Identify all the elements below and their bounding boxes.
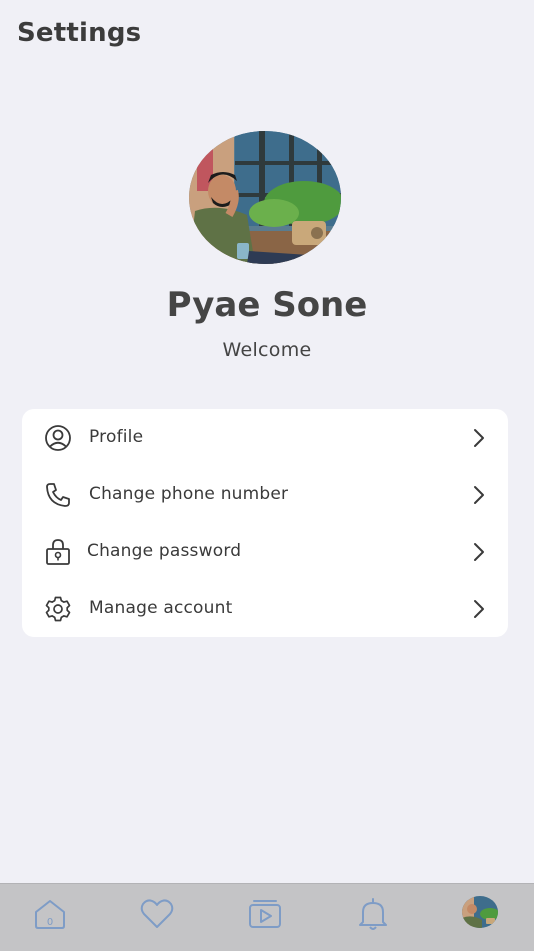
video-play-icon <box>249 900 281 928</box>
phone-icon <box>46 483 70 507</box>
chevron-right-icon <box>474 600 484 618</box>
menu-item-manage-account[interactable]: Manage account <box>22 580 508 637</box>
menu-item-label: Change password <box>87 541 242 561</box>
bottom-navigation-bar: 0 <box>0 883 534 951</box>
nav-favorites[interactable] <box>139 896 175 932</box>
user-name: Pyae Sone <box>166 285 368 325</box>
menu-item-change-password[interactable]: Change password <box>22 523 508 580</box>
welcome-text: Welcome <box>222 339 312 361</box>
avatar <box>462 896 498 928</box>
lock-icon <box>46 539 70 565</box>
menu-item-label: Profile <box>89 427 144 447</box>
chevron-right-icon <box>474 429 484 447</box>
avatar-illustration <box>189 131 341 264</box>
menu-item-change-phone[interactable]: Change phone number <box>22 466 508 523</box>
home-icon: 0 <box>35 900 65 929</box>
heart-icon <box>140 899 174 928</box>
home-badge: 0 <box>47 917 53 928</box>
menu-item-label: Change phone number <box>89 484 289 504</box>
user-circle-icon <box>45 425 71 451</box>
nav-notifications[interactable] <box>355 896 391 932</box>
menu-item-label: Manage account <box>89 598 233 618</box>
nav-account-avatar[interactable] <box>462 896 498 928</box>
menu-item-profile[interactable]: Profile <box>22 409 508 466</box>
nav-videos[interactable] <box>247 896 283 932</box>
gear-icon <box>45 596 71 622</box>
profile-avatar[interactable] <box>189 131 341 264</box>
bell-icon <box>359 898 387 930</box>
settings-menu-card: Profile Change phone number Change passw… <box>22 409 508 637</box>
page-title: Settings <box>17 18 142 48</box>
chevron-right-icon <box>474 486 484 504</box>
chevron-right-icon <box>474 543 484 561</box>
nav-home[interactable]: 0 <box>32 896 68 932</box>
